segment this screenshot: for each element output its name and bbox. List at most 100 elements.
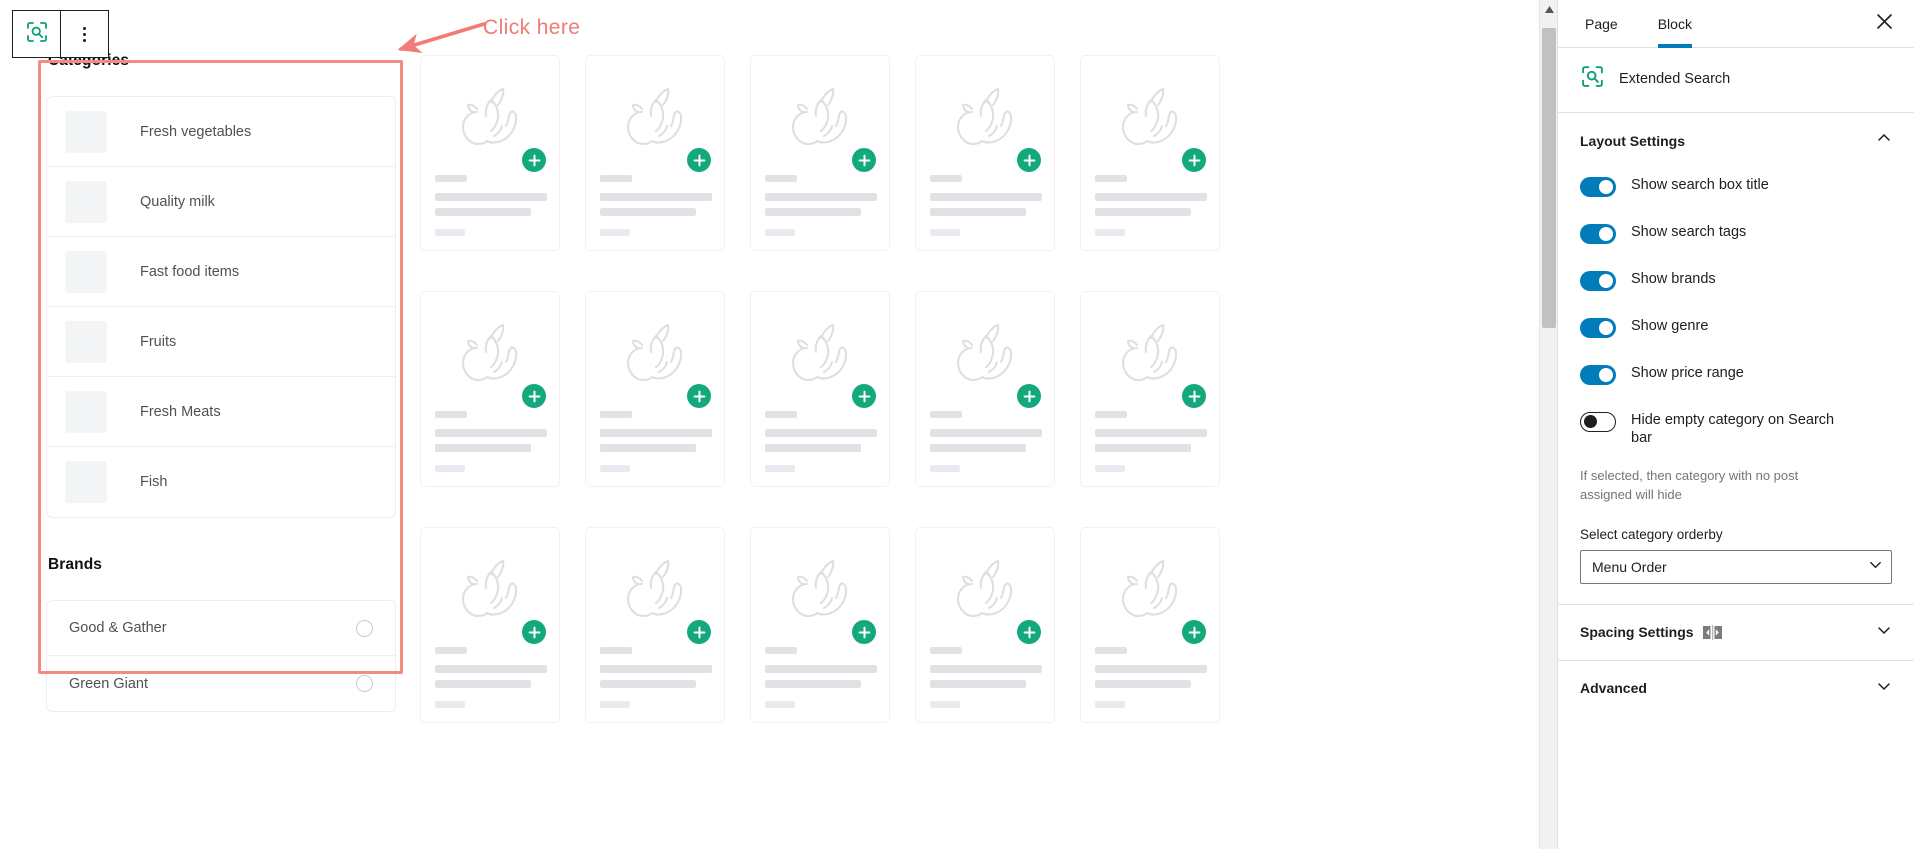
- product-card[interactable]: [1080, 55, 1220, 251]
- toggle-switch[interactable]: [1580, 271, 1616, 291]
- category-orderby-select[interactable]: Menu Order: [1580, 549, 1892, 584]
- toggle-label: Show brands: [1631, 271, 1716, 287]
- hide-empty-category-help-text: If selected, then category with no post …: [1580, 468, 1799, 503]
- canvas-scrollbar[interactable]: [1539, 0, 1557, 849]
- scrollbar-up-icon[interactable]: [1540, 0, 1557, 18]
- add-to-cart-button[interactable]: [687, 148, 711, 172]
- section-title: Advanced: [1580, 680, 1647, 697]
- category-row[interactable]: Fish: [47, 447, 395, 517]
- product-card[interactable]: [750, 527, 890, 723]
- toggle-hide-empty-category[interactable]: Hide empty category on Search bar: [1558, 403, 1914, 455]
- product-card[interactable]: [750, 55, 890, 251]
- category-thumbnail: [65, 250, 107, 293]
- toggle-show-price-range[interactable]: Show price range: [1558, 356, 1914, 393]
- brand-label: Good & Gather: [69, 620, 167, 636]
- annotation-label: Click here: [483, 16, 581, 39]
- fruits-placeholder-icon: [942, 322, 1028, 405]
- block-toolbar: [12, 10, 109, 58]
- product-card[interactable]: [585, 55, 725, 251]
- category-row[interactable]: Fast food items: [47, 237, 395, 307]
- add-to-cart-button[interactable]: [687, 384, 711, 408]
- category-row[interactable]: Quality milk: [47, 167, 395, 237]
- category-row[interactable]: Fresh Meats: [47, 377, 395, 447]
- add-to-cart-button[interactable]: [687, 620, 711, 644]
- toggle-switch[interactable]: [1580, 412, 1616, 432]
- plus-icon: [1188, 626, 1201, 639]
- add-to-cart-button[interactable]: [852, 384, 876, 408]
- product-card[interactable]: [420, 527, 560, 723]
- product-card[interactable]: [420, 55, 560, 251]
- product-card[interactable]: [585, 527, 725, 723]
- vertical-dots-icon: [83, 26, 86, 42]
- tab-page[interactable]: Page: [1585, 0, 1618, 47]
- plus-icon: [1023, 154, 1036, 167]
- add-to-cart-button[interactable]: [1017, 384, 1041, 408]
- product-skeleton-text: [435, 411, 547, 472]
- inspector-tabs: Page Block: [1558, 0, 1914, 48]
- add-to-cart-button[interactable]: [1182, 384, 1206, 408]
- toggle-show-brands[interactable]: Show brands: [1558, 262, 1914, 299]
- section-advanced[interactable]: Advanced: [1558, 661, 1914, 716]
- category-row[interactable]: Fruits: [47, 307, 395, 377]
- product-card[interactable]: [420, 291, 560, 487]
- toggle-switch[interactable]: [1580, 224, 1616, 244]
- fruits-placeholder-icon: [1107, 322, 1193, 405]
- brands-title: Brands: [48, 556, 103, 573]
- add-to-cart-button[interactable]: [1017, 620, 1041, 644]
- category-label: Fruits: [140, 333, 177, 350]
- section-layout-settings[interactable]: Layout Settings: [1558, 113, 1914, 168]
- add-to-cart-button[interactable]: [852, 148, 876, 172]
- brand-radio-icon[interactable]: [356, 619, 373, 637]
- add-to-cart-button[interactable]: [522, 384, 546, 408]
- block-type-button[interactable]: [13, 11, 60, 57]
- plus-icon: [1023, 626, 1036, 639]
- toggle-label: Show search tags: [1631, 224, 1747, 240]
- add-to-cart-button[interactable]: [852, 620, 876, 644]
- brand-row[interactable]: Green Giant: [47, 656, 395, 711]
- brand-row[interactable]: Good & Gather: [47, 601, 395, 656]
- product-card[interactable]: [750, 291, 890, 487]
- toggle-switch[interactable]: [1580, 318, 1616, 338]
- toggle-show-genre[interactable]: Show genre: [1558, 309, 1914, 346]
- toggle-show-search-box-title[interactable]: Show search box title: [1558, 168, 1914, 205]
- fruits-placeholder-icon: [777, 558, 863, 641]
- add-to-cart-button[interactable]: [522, 148, 546, 172]
- close-sidebar-button[interactable]: [1868, 8, 1900, 40]
- product-card[interactable]: [915, 527, 1055, 723]
- toggle-show-search-tags[interactable]: Show search tags: [1558, 215, 1914, 252]
- toggle-label: Show search box title: [1631, 177, 1769, 193]
- fruits-placeholder-icon: [1107, 558, 1193, 641]
- product-card[interactable]: [915, 55, 1055, 251]
- category-label: Fast food items: [140, 263, 240, 280]
- plus-icon: [858, 154, 871, 167]
- section-title: Layout Settings: [1580, 132, 1686, 149]
- category-thumbnail: [65, 180, 107, 223]
- category-thumbnail: [65, 320, 107, 363]
- product-card[interactable]: [1080, 527, 1220, 723]
- product-skeleton-text: [600, 647, 712, 708]
- brand-radio-icon[interactable]: [356, 675, 373, 692]
- product-card[interactable]: [915, 291, 1055, 487]
- layout-toggle-list: Show search box title Show search tags S…: [1558, 168, 1914, 455]
- add-to-cart-button[interactable]: [1017, 148, 1041, 172]
- plus-icon: [693, 626, 706, 639]
- add-to-cart-button[interactable]: [1182, 620, 1206, 644]
- fruits-placeholder-icon: [612, 86, 698, 169]
- chevron-down-icon: [1876, 622, 1892, 643]
- category-row[interactable]: Fresh vegetables: [47, 97, 395, 167]
- add-to-cart-button[interactable]: [1182, 148, 1206, 172]
- fruits-placeholder-icon: [777, 322, 863, 405]
- plus-icon: [528, 390, 541, 403]
- toggle-switch[interactable]: [1580, 177, 1616, 197]
- section-spacing-settings[interactable]: Spacing Settings: [1558, 605, 1914, 660]
- block-name-label: Extended Search: [1619, 71, 1731, 87]
- scrollbar-thumb[interactable]: [1542, 28, 1556, 328]
- product-card[interactable]: [1080, 291, 1220, 487]
- block-options-button[interactable]: [61, 11, 108, 57]
- plus-icon: [1188, 154, 1201, 167]
- product-grid: [420, 55, 1550, 723]
- add-to-cart-button[interactable]: [522, 620, 546, 644]
- toggle-switch[interactable]: [1580, 365, 1616, 385]
- product-card[interactable]: [585, 291, 725, 487]
- tab-block[interactable]: Block: [1657, 0, 1693, 48]
